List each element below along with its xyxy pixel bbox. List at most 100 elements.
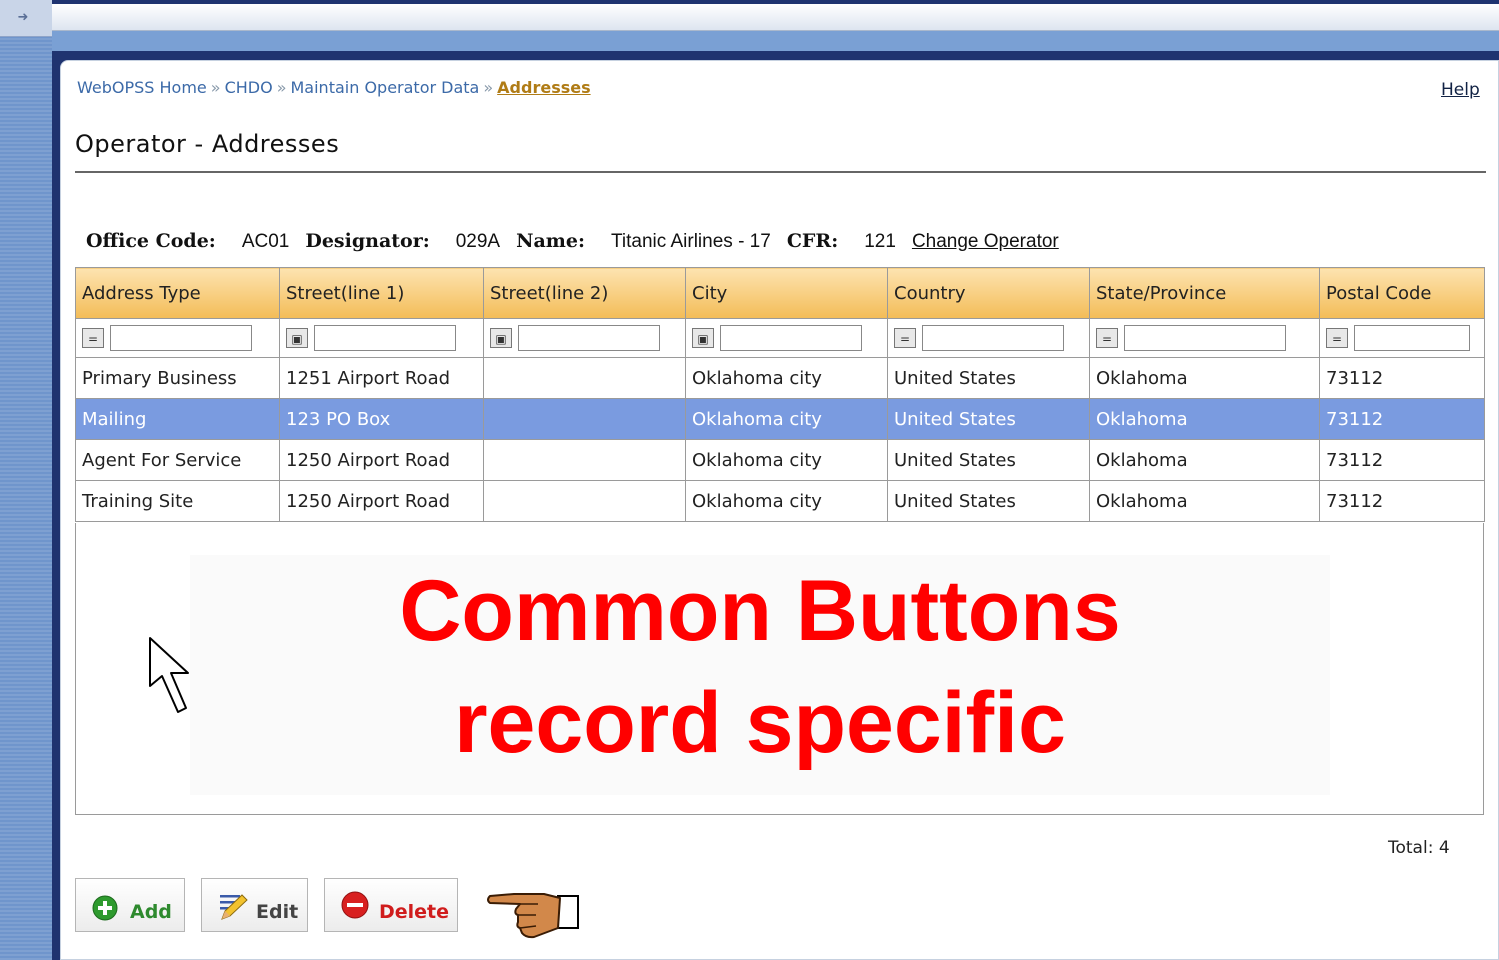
cell-city: Oklahoma city bbox=[685, 480, 888, 522]
breadcrumb: WebOPSS Home» CHDO» Maintain Operator Data… bbox=[77, 78, 591, 97]
filter-input-street-line-2[interactable] bbox=[518, 325, 660, 351]
page-title: Operator - Addresses bbox=[75, 130, 340, 158]
cell-state-province: Oklahoma bbox=[1089, 398, 1320, 440]
add-plus-icon bbox=[92, 895, 118, 921]
cell-address-type: Primary Business bbox=[75, 357, 280, 399]
breadcrumb-separator: » bbox=[276, 78, 287, 97]
filter-equals-icon[interactable]: = bbox=[1326, 328, 1348, 348]
filter-input-street-line-1[interactable] bbox=[314, 325, 456, 351]
annotation-line-2: record specific bbox=[454, 675, 1066, 771]
filter-input-country[interactable] bbox=[922, 325, 1064, 351]
filter-input-postal-code[interactable] bbox=[1354, 325, 1470, 351]
filter-contains-icon[interactable]: ▣ bbox=[286, 328, 308, 348]
designator-label: Designator: bbox=[305, 230, 430, 252]
name-label: Name: bbox=[516, 230, 585, 252]
cell-country: United States bbox=[887, 357, 1090, 399]
cell-street-line-2 bbox=[483, 480, 686, 522]
filter-cell: ▣ bbox=[685, 318, 888, 358]
delete-button-label: Delete bbox=[379, 901, 450, 923]
cfr-label: CFR: bbox=[786, 230, 839, 252]
blue-strip bbox=[52, 31, 1499, 51]
cell-country: United States bbox=[887, 480, 1090, 522]
name-value: Titanic Airlines - 17 bbox=[611, 231, 771, 252]
cell-city: Oklahoma city bbox=[685, 357, 888, 399]
designator-value: 029A bbox=[455, 231, 501, 252]
filter-cell: = bbox=[75, 318, 280, 358]
column-header-address-type[interactable]: Address Type bbox=[75, 267, 280, 319]
annotation-line-1: Common Buttons bbox=[399, 563, 1121, 659]
add-button-label: Add bbox=[130, 901, 172, 923]
column-header-city[interactable]: City bbox=[685, 267, 888, 319]
column-header-state-province[interactable]: State/Province bbox=[1089, 267, 1320, 319]
filter-contains-icon[interactable]: ▣ bbox=[490, 328, 512, 348]
table-row[interactable]: Training Site 1250 Airport Road Oklahoma… bbox=[75, 480, 1485, 522]
operator-info: Office Code: AC01 Designator: 029A Name: Tita… bbox=[86, 230, 1059, 253]
office-code-value: AC01 bbox=[241, 231, 290, 252]
breadcrumb-home[interactable]: WebOPSS Home bbox=[77, 78, 207, 97]
grid-header-row: Address Type Street(line 1) Street(line … bbox=[75, 267, 1485, 319]
change-operator-link[interactable]: Change Operator bbox=[912, 231, 1059, 252]
cell-street-line-1: 1250 Airport Road bbox=[279, 439, 484, 481]
filter-cell: = bbox=[1319, 318, 1485, 358]
cell-postal-code: 73112 bbox=[1319, 480, 1485, 522]
cell-street-line-1: 1251 Airport Road bbox=[279, 357, 484, 399]
cursor-arrow-icon bbox=[149, 637, 189, 713]
filter-equals-icon[interactable]: = bbox=[894, 328, 916, 348]
filter-cell: = bbox=[887, 318, 1090, 358]
arrow-right-icon[interactable]: ➜ bbox=[10, 10, 36, 26]
delete-button[interactable]: Delete bbox=[324, 878, 458, 932]
cell-address-type: Agent For Service bbox=[75, 439, 280, 481]
cell-postal-code: 73112 bbox=[1319, 398, 1485, 440]
addresses-grid: Address Type Street(line 1) Street(line … bbox=[75, 267, 1485, 522]
filter-input-address-type[interactable] bbox=[110, 325, 252, 351]
cell-state-province: Oklahoma bbox=[1089, 439, 1320, 481]
office-code-label: Office Code: bbox=[86, 230, 216, 252]
cell-country: United States bbox=[887, 398, 1090, 440]
breadcrumb-separator: » bbox=[483, 78, 494, 97]
breadcrumb-separator: » bbox=[210, 78, 221, 97]
filter-cell: ▣ bbox=[279, 318, 484, 358]
breadcrumb-maintain-operator-data[interactable]: Maintain Operator Data bbox=[291, 78, 480, 97]
delete-minus-icon bbox=[341, 891, 369, 919]
cell-postal-code: 73112 bbox=[1319, 357, 1485, 399]
filter-cell: ▣ bbox=[483, 318, 686, 358]
table-row-selected[interactable]: Mailing 123 PO Box Oklahoma city United … bbox=[75, 398, 1485, 440]
breadcrumb-current[interactable]: Addresses bbox=[497, 78, 590, 97]
help-link[interactable]: Help bbox=[1441, 80, 1480, 100]
column-header-street-line-2[interactable]: Street(line 2) bbox=[483, 267, 686, 319]
cell-country: United States bbox=[887, 439, 1090, 481]
filter-cell: = bbox=[1089, 318, 1320, 358]
filter-input-city[interactable] bbox=[720, 325, 862, 351]
total-count: Total: 4 bbox=[1388, 838, 1450, 858]
filter-contains-icon[interactable]: ▣ bbox=[692, 328, 714, 348]
add-button[interactable]: Add bbox=[75, 878, 185, 932]
cell-street-line-2 bbox=[483, 439, 686, 481]
table-row[interactable]: Agent For Service 1250 Airport Road Okla… bbox=[75, 439, 1485, 481]
breadcrumb-chdo[interactable]: CHDO bbox=[225, 78, 273, 97]
top-bar bbox=[52, 4, 1499, 31]
cell-street-line-2 bbox=[483, 357, 686, 399]
table-row[interactable]: Primary Business 1251 Airport Road Oklah… bbox=[75, 357, 1485, 399]
pointing-hand-icon bbox=[487, 893, 579, 939]
left-strip-top: ➜ bbox=[0, 0, 52, 37]
cell-state-province: Oklahoma bbox=[1089, 357, 1320, 399]
cell-city: Oklahoma city bbox=[685, 439, 888, 481]
filter-input-state-province[interactable] bbox=[1124, 325, 1286, 351]
column-header-country[interactable]: Country bbox=[887, 267, 1090, 319]
cell-state-province: Oklahoma bbox=[1089, 480, 1320, 522]
filter-equals-icon[interactable]: = bbox=[1096, 328, 1118, 348]
column-header-postal-code[interactable]: Postal Code bbox=[1319, 267, 1485, 319]
filter-row: = ▣ ▣ ▣ = = = bbox=[75, 318, 1485, 358]
filter-equals-icon[interactable]: = bbox=[82, 328, 104, 348]
cell-postal-code: 73112 bbox=[1319, 439, 1485, 481]
cell-address-type: Training Site bbox=[75, 480, 280, 522]
cell-city: Oklahoma city bbox=[685, 398, 888, 440]
edit-button[interactable]: Edit bbox=[201, 878, 308, 932]
cfr-value: 121 bbox=[864, 231, 896, 252]
edit-pencil-icon bbox=[220, 894, 248, 920]
column-header-street-line-1[interactable]: Street(line 1) bbox=[279, 267, 484, 319]
cell-address-type: Mailing bbox=[75, 398, 280, 440]
cell-street-line-1: 1250 Airport Road bbox=[279, 480, 484, 522]
title-divider bbox=[75, 171, 1486, 173]
edit-button-label: Edit bbox=[256, 901, 299, 923]
